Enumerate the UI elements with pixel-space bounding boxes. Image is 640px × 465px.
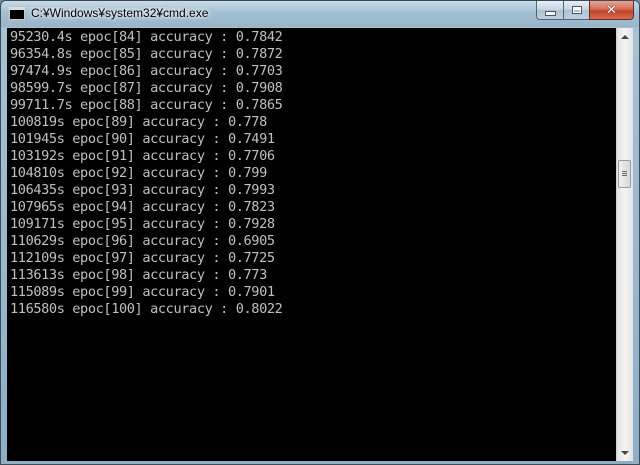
close-icon: ✕	[606, 2, 617, 18]
scroll-thumb[interactable]	[618, 160, 631, 188]
console-line: 116580s epoc[100] accuracy : 0.8022	[10, 301, 283, 317]
console-line: 98599.7s epoc[87] accuracy : 0.7908	[10, 80, 283, 96]
console-line: 115089s epoc[99] accuracy : 0.7901	[10, 284, 275, 300]
grip-line	[622, 171, 627, 172]
console-line: 103192s epoc[91] accuracy : 0.7706	[10, 148, 275, 164]
console-line: 101945s epoc[90] accuracy : 0.7491	[10, 131, 275, 147]
console-line: 113613s epoc[98] accuracy : 0.773	[10, 267, 267, 283]
grip-line	[622, 175, 627, 176]
console-line: 100819s epoc[89] accuracy : 0.778	[10, 114, 267, 130]
console-line: 96354.8s epoc[85] accuracy : 0.7872	[10, 46, 283, 62]
minimize-button[interactable]	[536, 1, 563, 20]
grip-line	[622, 173, 627, 174]
console-line: 112109s epoc[97] accuracy : 0.7725	[10, 250, 275, 266]
arrow-up-icon	[621, 34, 629, 39]
maximize-button[interactable]	[563, 1, 589, 20]
console-line: 95230.4s epoc[84] accuracy : 0.7842	[10, 29, 283, 45]
console-line: 104810s epoc[92] accuracy : 0.799	[10, 165, 267, 181]
console-line: 107965s epoc[94] accuracy : 0.7823	[10, 199, 275, 215]
cmd-window: C:¥Windows¥system32¥cmd.exe ✕ 95230.4s e…	[0, 0, 640, 465]
console-line: 110629s epoc[96] accuracy : 0.6905	[10, 233, 275, 249]
scroll-up-button[interactable]	[617, 28, 633, 45]
minimize-icon	[544, 11, 556, 16]
scroll-down-button[interactable]	[617, 444, 633, 461]
console-line: 97474.9s epoc[86] accuracy : 0.7703	[10, 63, 283, 79]
arrow-down-icon	[621, 450, 629, 455]
console-line: 106435s epoc[93] accuracy : 0.7993	[10, 182, 275, 198]
window-controls: ✕	[536, 1, 634, 20]
title-bar[interactable]: C:¥Windows¥system32¥cmd.exe ✕	[1, 1, 639, 27]
console-output[interactable]: 95230.4s epoc[84] accuracy : 0.7842 9635…	[7, 28, 616, 461]
cmd-icon[interactable]	[9, 7, 25, 20]
close-button[interactable]: ✕	[589, 1, 634, 20]
console-lines: 95230.4s epoc[84] accuracy : 0.7842 9635…	[10, 29, 283, 318]
window-title: C:¥Windows¥system32¥cmd.exe	[31, 6, 209, 20]
vertical-scrollbar[interactable]	[616, 28, 633, 461]
maximize-icon	[571, 6, 582, 14]
console-line: 109171s epoc[95] accuracy : 0.7928	[10, 216, 275, 232]
console-line: 99711.7s epoc[88] accuracy : 0.7865	[10, 97, 283, 113]
